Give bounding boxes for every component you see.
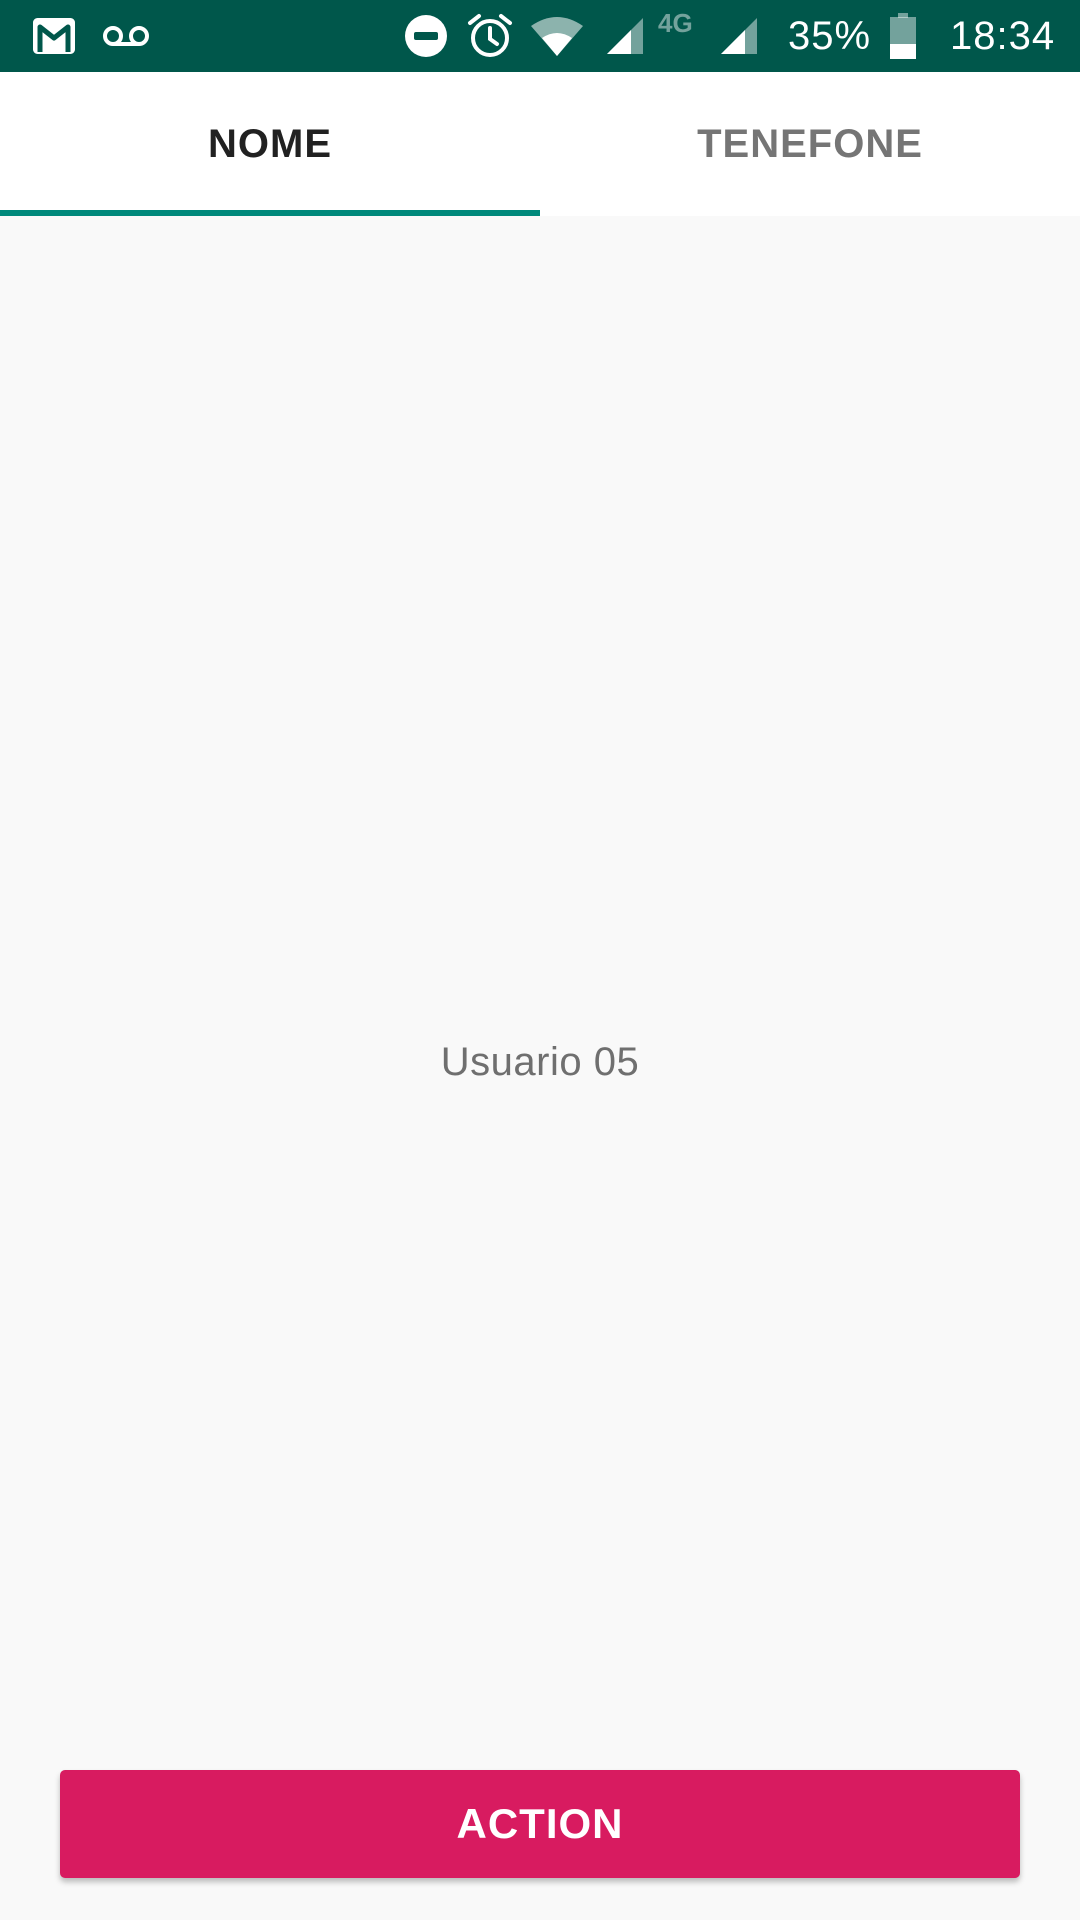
signal-4g-icon xyxy=(720,0,758,72)
tab-bar: NOME TENEFONE xyxy=(0,72,1080,216)
do-not-disturb-icon xyxy=(404,0,448,72)
user-name-text: Usuario 05 xyxy=(440,1040,640,1084)
app-screen: 4G 35% 18:34 NOME TENEFONE Usuario 05 AC… xyxy=(0,0,1080,1920)
network-type-label: 4G xyxy=(658,8,693,38)
wifi-icon xyxy=(530,0,584,72)
status-bar: 4G 35% 18:34 xyxy=(0,0,1080,72)
signal-icon xyxy=(606,0,644,72)
action-button-label: ACTION xyxy=(456,1800,624,1847)
voicemail-icon xyxy=(102,0,150,72)
tab-indicator xyxy=(0,210,540,216)
gmail-icon xyxy=(32,0,76,72)
battery-percent: 35% xyxy=(788,14,872,58)
clock-time: 18:34 xyxy=(950,14,1056,58)
battery-icon xyxy=(888,0,918,72)
tab-nome[interactable]: NOME xyxy=(0,72,540,216)
alarm-icon xyxy=(466,0,514,72)
tab-telefone[interactable]: TENEFONE xyxy=(540,72,1080,216)
action-button[interactable]: ACTION xyxy=(60,1770,1020,1878)
tab-telefone-label: TENEFONE xyxy=(697,121,923,166)
tab-nome-label: NOME xyxy=(208,121,332,166)
